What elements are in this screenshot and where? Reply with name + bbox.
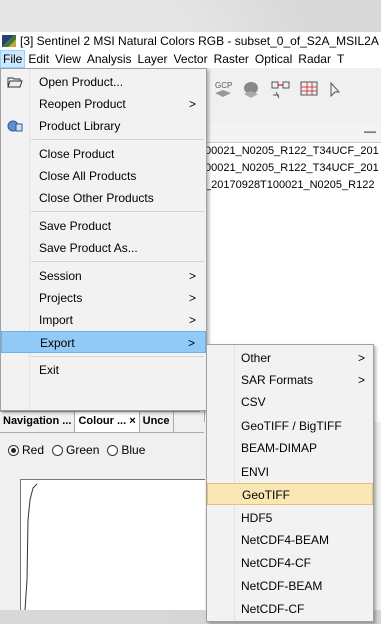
export-item-beam-dimap[interactable]: BEAM-DIMAP [207, 437, 373, 459]
tie-point-icon [271, 81, 290, 99]
toolbar: GCP [204, 68, 381, 118]
menu-item-import[interactable]: Import > [1, 309, 206, 331]
menu-edit[interactable]: Edit [25, 50, 52, 68]
menu-vector[interactable]: Vector [171, 50, 211, 68]
menu-view[interactable]: View [52, 50, 84, 68]
menu-bar: File Edit View Analysis Layer Vector Ras… [0, 50, 381, 69]
tab-uncertainty[interactable]: Unce [140, 412, 174, 432]
histogram-curve [24, 483, 38, 610]
menu-item-save-product-as[interactable]: Save Product As... [1, 237, 206, 259]
submenu-arrow: > [188, 291, 196, 305]
menu-separator [31, 261, 204, 262]
submenu-arrow: > [188, 97, 196, 111]
radio-label: Blue [121, 443, 146, 457]
radio-red[interactable]: Red [8, 443, 44, 457]
product-explorer-header: — [205, 122, 381, 143]
menu-radar[interactable]: Radar [295, 50, 334, 68]
menu-more[interactable]: T [334, 50, 347, 68]
tool-tabs: Navigation ... Colour ... × Unce [0, 411, 200, 432]
colour-manipulation-panel: Red Green Blue [0, 432, 205, 610]
window-title: [3] Sentinel 2 MSI Natural Colors RGB - … [20, 34, 379, 48]
submenu-arrow: > [188, 313, 196, 327]
menu-item-close-other-products[interactable]: Close Other Products [1, 187, 206, 209]
menu-separator [31, 139, 204, 140]
menu-separator [31, 356, 204, 357]
export-item-csv[interactable]: CSV [207, 391, 373, 413]
title-bar: [3] Sentinel 2 MSI Natural Colors RGB - … [0, 32, 381, 50]
menu-file[interactable]: File [0, 50, 26, 68]
submenu-arrow: > [187, 336, 195, 350]
folder-open-icon [7, 77, 23, 88]
svg-text:GCP: GCP [215, 81, 232, 90]
radio-label: Green [66, 443, 100, 457]
radio-label: Red [22, 443, 45, 457]
export-item-geotiff-bigtiff[interactable]: GeoTIFF / BigTIFF [207, 415, 373, 437]
grid-tool-button[interactable] [296, 78, 322, 102]
tab-navigation[interactable]: Navigation ... [0, 412, 76, 432]
radio-button[interactable] [52, 444, 64, 456]
pin-icon [244, 82, 258, 98]
tab-colour-manipulation[interactable]: Colour ... × [75, 412, 140, 432]
product-library-icon [7, 120, 23, 132]
export-item-envi[interactable]: ENVI [207, 461, 373, 483]
minimize-button[interactable]: — [364, 124, 376, 138]
histogram[interactable] [20, 479, 205, 610]
menu-item-session[interactable]: Session > [1, 265, 206, 287]
channel-selector: Red Green Blue [8, 443, 145, 457]
export-item-geotiff[interactable]: GeoTIFF [207, 483, 373, 505]
menu-item-projects[interactable]: Projects > [1, 287, 206, 309]
export-item-sar-formats[interactable]: SAR Formats > [207, 369, 373, 391]
export-item-netcdf-beam[interactable]: NetCDF-BEAM [207, 575, 373, 597]
export-submenu: Other > SAR Formats > CSV GeoTIFF / BigT… [206, 344, 374, 622]
gcp-tool-button[interactable]: GCP [210, 78, 236, 102]
submenu-arrow: > [188, 269, 196, 283]
menu-raster[interactable]: Raster [211, 50, 252, 68]
radio-green[interactable]: Green [52, 443, 99, 457]
product-row[interactable]: _20170928T100021_N0205_R122 [205, 177, 381, 194]
app-icon [2, 35, 16, 47]
tie-point-button[interactable] [268, 78, 294, 102]
gcp-icon: GCP [215, 81, 232, 97]
export-item-netcdf4-beam[interactable]: NetCDF4-BEAM [207, 529, 373, 551]
grid-icon [300, 81, 318, 96]
file-menu: Open Product... Reopen Product > Product… [0, 68, 207, 411]
cursor-icon [330, 81, 341, 98]
export-item-netcdf4-cf[interactable]: NetCDF4-CF [207, 552, 373, 574]
pin-tool-button[interactable] [238, 78, 264, 102]
submenu-arrow: > [357, 351, 365, 365]
menu-layer[interactable]: Layer [135, 50, 171, 68]
menu-item-exit[interactable]: Exit [1, 359, 206, 381]
product-row[interactable]: 00021_N0205_R122_T34UCF_201 [205, 160, 381, 177]
radio-button[interactable] [107, 444, 119, 456]
menu-item-close-product[interactable]: Close Product [1, 143, 206, 165]
menu-analysis[interactable]: Analysis [84, 50, 135, 68]
export-item-hdf5[interactable]: HDF5 [207, 507, 373, 529]
radio-blue[interactable]: Blue [107, 443, 145, 457]
menu-item-export[interactable]: Export > [1, 331, 206, 353]
menu-item-product-library[interactable]: Product Library [1, 115, 206, 137]
menu-item-reopen-product[interactable]: Reopen Product > [1, 93, 206, 115]
product-row[interactable]: 00021_N0205_R122_T34UCF_201 [205, 143, 381, 160]
menu-item-close-all-products[interactable]: Close All Products [1, 165, 206, 187]
export-item-other[interactable]: Other > [207, 347, 373, 369]
submenu-arrow: > [357, 373, 365, 387]
menu-item-save-product[interactable]: Save Product [1, 215, 206, 237]
menu-item-open-product[interactable]: Open Product... [1, 71, 206, 93]
select-tool-button[interactable] [322, 78, 348, 102]
menu-separator [31, 211, 204, 212]
export-item-netcdf-cf[interactable]: NetCDF-CF [207, 598, 373, 620]
menu-optical[interactable]: Optical [252, 50, 295, 68]
radio-button[interactable] [8, 444, 19, 456]
